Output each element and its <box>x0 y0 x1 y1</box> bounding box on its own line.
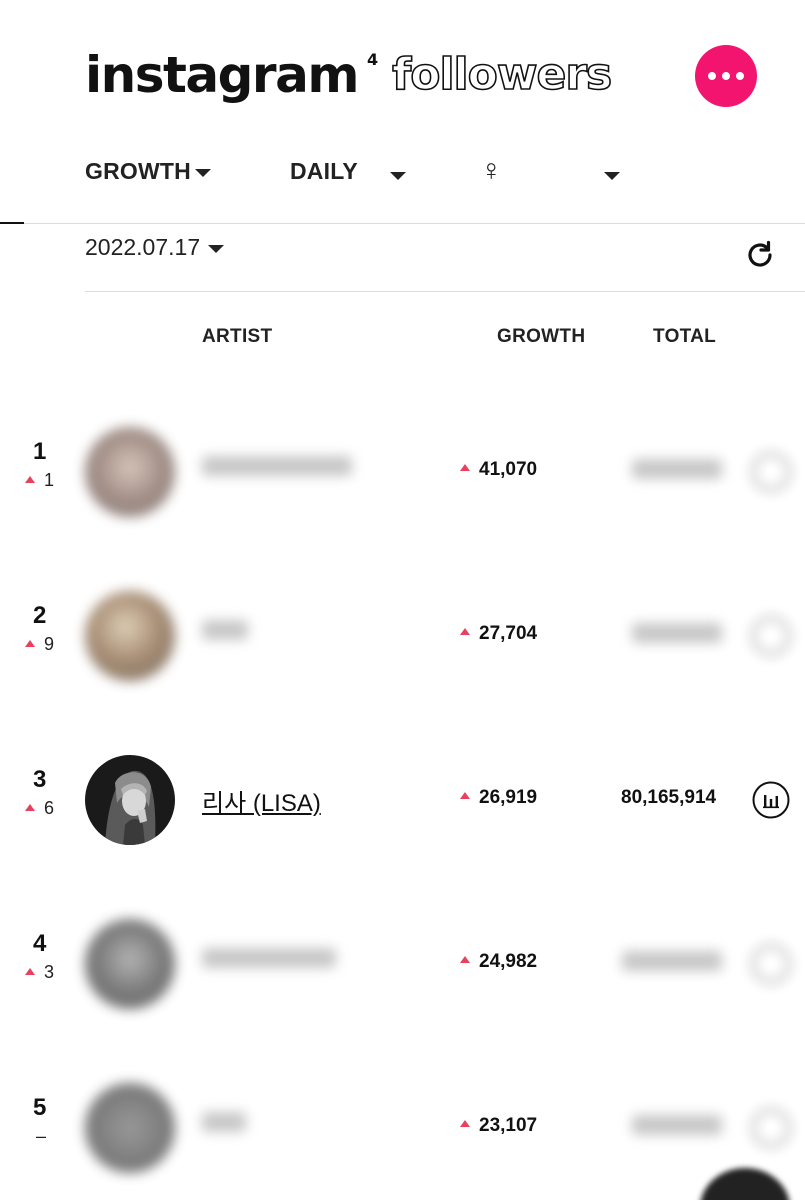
rank-change: – <box>36 1126 46 1147</box>
table-row[interactable]: 2 9 27,704 <box>0 570 805 734</box>
avatar[interactable] <box>85 1083 175 1173</box>
rank-change-value: 9 <box>44 634 55 654</box>
up-arrow-icon <box>460 1120 470 1128</box>
growth-number: 24,982 <box>479 951 538 972</box>
rank-change-value: 6 <box>44 798 55 818</box>
total-value-blurred <box>632 459 722 485</box>
up-arrow-icon <box>460 956 470 964</box>
logo: instagram 4 followers <box>85 44 613 106</box>
dot <box>722 72 730 80</box>
up-arrow-icon <box>25 639 35 647</box>
period-filter-dropdown[interactable]: DAILY <box>290 158 358 185</box>
artist-name[interactable]: 리사 (LISA) <box>202 783 321 818</box>
date-bar: 2022.07.17 <box>85 224 805 292</box>
refresh-icon[interactable] <box>743 238 777 272</box>
artist-name-blurred[interactable] <box>202 619 248 647</box>
rank-change-value: 3 <box>44 962 55 982</box>
rank-number: 2 <box>33 602 47 629</box>
up-arrow-icon <box>460 792 470 800</box>
total-value-blurred <box>622 951 722 977</box>
total-value: 80,165,914 <box>621 787 717 808</box>
rank-number: 3 <box>33 766 47 793</box>
chart-icon[interactable] <box>752 781 790 819</box>
avatar[interactable] <box>85 919 175 1009</box>
logo-main-text: instagram <box>85 46 359 104</box>
growth-number: 23,107 <box>479 1115 538 1136</box>
chart-icon[interactable] <box>752 617 790 655</box>
artist-name-blurred[interactable] <box>202 1111 246 1139</box>
column-header-growth: GROWTH <box>497 326 586 347</box>
rank-number: 5 <box>33 1094 47 1121</box>
table-row[interactable]: 1 1 41,070 <box>0 406 805 570</box>
dot <box>736 72 744 80</box>
female-symbol-icon: ♀ <box>480 154 503 187</box>
avatar[interactable] <box>85 755 175 845</box>
up-arrow-icon <box>25 475 35 483</box>
rank-number: 4 <box>33 930 47 957</box>
period-filter-label: DAILY <box>290 158 358 184</box>
date-selector[interactable]: 2022.07.17 <box>85 234 225 261</box>
rank-change: 6 <box>25 798 54 819</box>
divider-mark <box>0 222 24 224</box>
growth-value: 24,982 <box>460 951 537 973</box>
caret-down-icon[interactable] <box>604 172 620 180</box>
more-dots-icon[interactable] <box>695 45 757 107</box>
caret-down-icon[interactable] <box>390 172 406 180</box>
dot <box>708 72 716 80</box>
growth-filter-dropdown[interactable]: GROWTH <box>85 158 211 185</box>
table-row[interactable]: 4 3 24,982 <box>0 898 805 1062</box>
avatar[interactable] <box>85 591 175 681</box>
up-arrow-icon <box>460 628 470 636</box>
rank-change-value: – <box>36 1126 47 1146</box>
chart-icon[interactable] <box>752 1109 790 1147</box>
growth-value: 41,070 <box>460 459 537 481</box>
growth-number: 26,919 <box>479 787 538 808</box>
rank-change-value: 1 <box>44 470 55 490</box>
artist-name-blurred[interactable] <box>202 947 336 975</box>
rank-change: 3 <box>25 962 54 983</box>
total-value-blurred <box>632 623 722 649</box>
up-arrow-icon <box>460 464 470 472</box>
date-label: 2022.07.17 <box>85 234 201 260</box>
chart-icon[interactable] <box>752 945 790 983</box>
chart-icon[interactable] <box>752 453 790 491</box>
growth-value: 27,704 <box>460 623 537 645</box>
filter-bar: GROWTH DAILY ♀ <box>0 150 805 224</box>
table-row[interactable]: 3 6 리사 (LISA) 26,919 80,165,914 <box>0 734 805 898</box>
column-header-total: TOTAL <box>653 326 717 347</box>
artist-name-blurred[interactable] <box>202 455 352 483</box>
logo-superscript: 4 <box>366 50 379 69</box>
caret-down-icon <box>194 168 211 177</box>
growth-number: 27,704 <box>479 623 538 644</box>
table-row[interactable]: 5 – 23,107 <box>0 1062 805 1200</box>
rank-change: 1 <box>25 470 54 491</box>
growth-value: 26,919 <box>460 787 537 809</box>
growth-number: 41,070 <box>479 459 538 480</box>
total-value-blurred <box>632 1115 722 1141</box>
growth-value: 23,107 <box>460 1115 537 1137</box>
up-arrow-icon <box>25 803 35 811</box>
logo-outline-text: followers <box>391 48 613 101</box>
column-header-artist: ARTIST <box>202 326 273 347</box>
caret-down-icon <box>208 244 225 253</box>
avatar[interactable] <box>85 427 175 517</box>
up-arrow-icon <box>25 967 35 975</box>
rank-number: 1 <box>33 438 47 465</box>
rank-change: 9 <box>25 634 54 655</box>
app-header: instagram 4 followers <box>0 0 805 150</box>
growth-filter-label: GROWTH <box>85 158 191 184</box>
gender-filter-dropdown[interactable]: ♀ <box>480 154 503 188</box>
